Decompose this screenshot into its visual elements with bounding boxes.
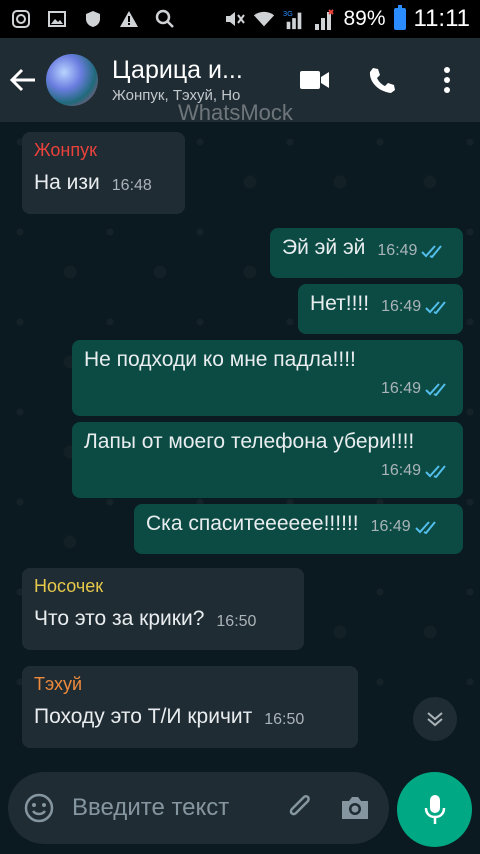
message-text: На изи	[34, 171, 100, 194]
message-text: Нет!!!!	[310, 292, 370, 315]
message-time: 16:48	[111, 177, 152, 194]
message-outgoing[interactable]: Лапы от моего телефона убери!!!! 16:49	[72, 422, 463, 498]
emoji-button[interactable]	[22, 791, 56, 825]
search-icon	[154, 8, 176, 30]
scroll-to-bottom-button[interactable]	[413, 697, 457, 741]
image-icon	[46, 8, 68, 30]
message-time: 16:50	[264, 711, 305, 728]
message-text: Не подходи ко мне падла!!!!	[84, 348, 356, 371]
clock: 11:11	[413, 5, 471, 32]
battery-icon	[393, 5, 406, 30]
status-bar: 3G 89% 11:11	[0, 0, 480, 38]
battery-percent: 89%	[343, 7, 386, 30]
message-sender: Жонпук	[34, 140, 97, 160]
video-camera-icon	[300, 71, 329, 89]
message-sender: Тэхуй	[34, 674, 83, 694]
phone-icon	[369, 68, 395, 93]
emoji-icon	[24, 793, 54, 823]
message-input[interactable]: Введите текст	[72, 794, 229, 822]
more-options-button[interactable]	[414, 38, 480, 122]
message-composer: Введите текст	[8, 772, 389, 844]
camera-button[interactable]	[335, 788, 375, 828]
message-text: Эй эй эй	[282, 236, 366, 259]
attach-button[interactable]	[281, 788, 321, 828]
message-outgoing[interactable]: Не подходи ко мне падла!!!! 16:49	[72, 340, 463, 416]
read-ticks-icon	[425, 301, 446, 314]
message-time: 16:49	[370, 518, 411, 535]
message-time: 16:49	[377, 242, 418, 259]
group-avatar[interactable]	[46, 54, 98, 106]
camera-icon	[342, 797, 368, 819]
message-outgoing[interactable]: Ска спаситееееее!!!!!! 16:49	[134, 504, 463, 554]
message-incoming[interactable]: Носочек Что это за крики? 16:50	[22, 568, 304, 650]
message-text: Походу это Т/И кричит	[34, 705, 253, 728]
read-ticks-icon	[414, 521, 436, 534]
warning-icon	[118, 8, 140, 30]
more-vertical-icon	[444, 67, 450, 93]
double-chevron-down-icon	[427, 712, 443, 727]
signal-3g-icon: 3G	[283, 8, 305, 30]
message-outgoing[interactable]: Эй эй эй 16:49	[270, 228, 463, 278]
message-sender: Носочек	[34, 576, 104, 596]
chat-area[interactable]: Жонпук На изи 16:48 Эй эй эй 16:49 Нет!!…	[0, 122, 480, 762]
message-time: 16:49	[381, 298, 422, 315]
voice-call-button[interactable]	[348, 38, 414, 122]
back-button[interactable]	[0, 38, 46, 122]
message-time: 16:50	[216, 613, 257, 630]
message-text: Ска спаситееееее!!!!!!	[146, 512, 359, 535]
chat-title: Царица и...	[112, 56, 243, 84]
chat-info[interactable]: Царица и... Жонпук, Тэхуй, Но	[112, 56, 272, 104]
microphone-icon	[424, 794, 445, 824]
read-ticks-icon	[421, 245, 443, 258]
wifi-icon	[253, 8, 275, 30]
shield-icon	[82, 8, 104, 30]
read-ticks-icon	[425, 383, 446, 396]
message-text: Что это за крики?	[34, 607, 205, 630]
signal-icon	[313, 8, 335, 30]
message-outgoing[interactable]: Нет!!!! 16:49	[298, 284, 463, 334]
paperclip-icon	[289, 794, 310, 816]
read-ticks-icon	[425, 465, 446, 478]
message-time: 16:49	[380, 380, 421, 397]
mute-icon	[223, 8, 246, 30]
network-label: 3G	[283, 9, 293, 18]
voice-record-button[interactable]	[397, 772, 472, 847]
message-text: Лапы от моего телефона убери!!!!	[84, 430, 415, 453]
message-time: 16:49	[380, 462, 421, 479]
message-incoming[interactable]: Тэхуй Походу это Т/И кричит 16:50	[22, 666, 358, 748]
message-incoming[interactable]: Жонпук На изи 16:48	[22, 132, 185, 214]
instagram-icon	[10, 8, 32, 30]
arrow-left-icon	[9, 68, 35, 92]
